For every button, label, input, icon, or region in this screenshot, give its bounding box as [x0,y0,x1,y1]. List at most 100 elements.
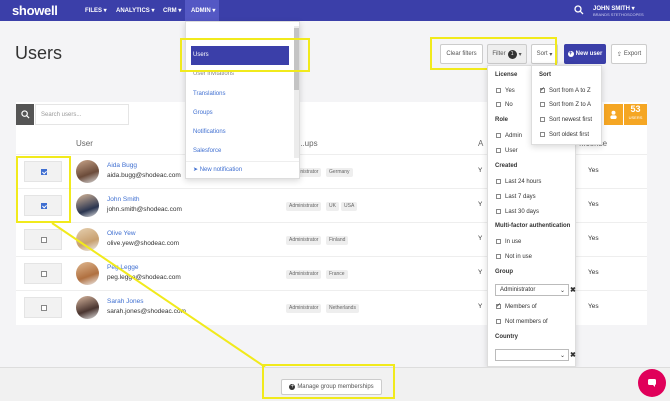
column-header-user[interactable]: User [76,139,93,148]
filter-count-badge: 1 [507,49,517,59]
column-header-groups[interactable]: ...ups [298,139,318,148]
license-cell: Yes [588,235,599,242]
page-title: Users [15,43,63,63]
user-menu[interactable]: JOHN SMITH ▾ [593,5,635,12]
filter-section-license: License [495,72,518,78]
group-tag: Netherlands [326,304,359,313]
row-checkbox[interactable] [41,169,47,175]
nav-files[interactable]: FILES ▾ [85,7,107,14]
group-tag: Germany [326,168,353,177]
menu-scrollbar-thumb[interactable] [294,28,299,90]
group-tag: USA [341,202,358,211]
chevron-down-icon: ⌄ [559,353,565,359]
user-icon-badge [604,104,623,125]
menu-item-new-notification[interactable]: ➤ New notification [193,166,242,173]
filter-option-not-members-of[interactable]: Not members of [496,319,548,325]
filter-option-last-7-days[interactable]: Last 7 days [496,194,536,200]
clear-group-icon[interactable]: ✖ [570,286,576,294]
showell-logo[interactable]: showell [12,3,58,18]
sort-button[interactable]: Sort ▾ [531,44,558,64]
user-name-link[interactable]: Peg Legge [107,264,138,271]
row-checkbox[interactable] [41,271,47,277]
sort-option-z-to-a[interactable]: Sort from Z to A [540,102,591,108]
search-button[interactable] [16,104,34,125]
user-email: peg.legge@shodeac.com [107,274,181,281]
export-button[interactable]: ⇪ Export [611,44,647,64]
user-email: olive.yew@shodeac.com [107,240,179,247]
cell-a: Y [478,303,483,310]
sort-option-oldest-first[interactable]: Sort oldest first [540,132,589,138]
row-select-cell[interactable] [24,229,62,250]
nav-admin[interactable]: ADMIN ▾ [191,7,215,14]
row-checkbox[interactable] [41,237,47,243]
user-name-link[interactable]: Sarah Jones [107,298,144,305]
menu-item-notifications[interactable]: Notifications [193,129,226,135]
country-select[interactable]: ⌄ [495,349,569,361]
clear-country-icon[interactable]: ✖ [570,351,576,359]
new-user-button[interactable]: + New user [564,44,606,64]
cell-a: Y [478,167,483,174]
sort-option-newest-first[interactable]: Sort newest first [540,117,592,123]
export-icon: ⇪ [616,51,622,58]
user-email: aida.bugg@shodeac.com [107,172,181,179]
filter-section-created: Created [495,163,518,169]
nav-analytics[interactable]: ANALYTICS ▾ [116,7,154,14]
chevron-down-icon: ⌄ [559,288,565,294]
group-select[interactable]: Administrator ⌄ [495,284,569,296]
send-icon: ➤ [193,167,199,173]
avatar [76,296,99,319]
chevron-down-icon: ▾ [518,51,522,58]
filter-option-role-admin[interactable]: Admin [496,133,522,139]
avatar [76,228,99,251]
filter-option-members-of[interactable]: Members of [496,302,537,310]
nav-crm[interactable]: CRM ▾ [163,7,181,14]
menu-item-users[interactable]: Users [193,52,209,58]
admin-dropdown-menu: Users User invitations Translations Grou… [185,21,300,179]
plus-circle-icon: + [289,384,296,390]
filter-section-group: Group [495,269,513,275]
filter-option-last-30-days[interactable]: Last 30 days [496,209,539,215]
menu-item-translations[interactable]: Translations [193,91,225,97]
filter-option-last-24-hours[interactable]: Last 24 hours [496,179,541,185]
menu-scrollbar[interactable] [294,26,299,158]
filter-option-license-no[interactable]: No [496,102,513,108]
search-input[interactable]: Search users... [35,104,129,125]
menu-item-salesforce[interactable]: Salesforce [193,148,221,154]
chat-button[interactable] [638,369,666,397]
plus-circle-icon: + [567,51,574,57]
search-icon[interactable] [574,5,584,15]
sort-option-a-to-z[interactable]: Sort from A to Z [540,86,591,94]
avatar [76,160,99,183]
row-select-cell[interactable] [24,297,62,318]
row-select-cell[interactable] [24,263,62,284]
manage-group-memberships-button[interactable]: + Manage group memberships [281,379,382,395]
user-name-link[interactable]: Aida Bugg [107,162,137,169]
cell-a: Y [478,269,483,276]
user-organization: BRANDS STETHOSCOPES [593,12,644,17]
row-checkbox[interactable] [41,305,47,311]
menu-item-groups[interactable]: Groups [193,110,213,116]
group-tag: Administrator [286,202,322,211]
group-tag: Administrator [286,270,322,279]
filter-option-mfa-in-use[interactable]: In use [496,239,521,245]
user-count-badge: 53 USERS [624,104,647,125]
filter-option-license-yes[interactable]: Yes [496,88,515,94]
cell-a: Y [478,235,483,242]
avatar [76,194,99,217]
menu-item-user-invitations[interactable]: User invitations [193,71,234,77]
menu-divider [186,161,299,162]
clear-filters-button[interactable]: Clear filters [440,44,483,64]
user-name-link[interactable]: Olive Yew [107,230,136,237]
filter-button[interactable]: Filter 1 ▾ [487,44,527,64]
row-select-cell[interactable] [24,161,62,182]
chat-bubble-icon [648,379,656,387]
filter-option-mfa-not-in-use[interactable]: Not in use [496,254,532,260]
group-tag: Finland [326,236,349,245]
row-select-cell[interactable] [24,195,62,216]
group-tag: Administrator [286,304,322,313]
user-email: sarah.jones@shodeac.com [107,308,186,315]
column-header-a[interactable]: A [478,139,483,148]
user-name-link[interactable]: John Smith [107,196,140,203]
row-checkbox[interactable] [41,203,47,209]
filter-option-role-user[interactable]: User [496,148,518,154]
